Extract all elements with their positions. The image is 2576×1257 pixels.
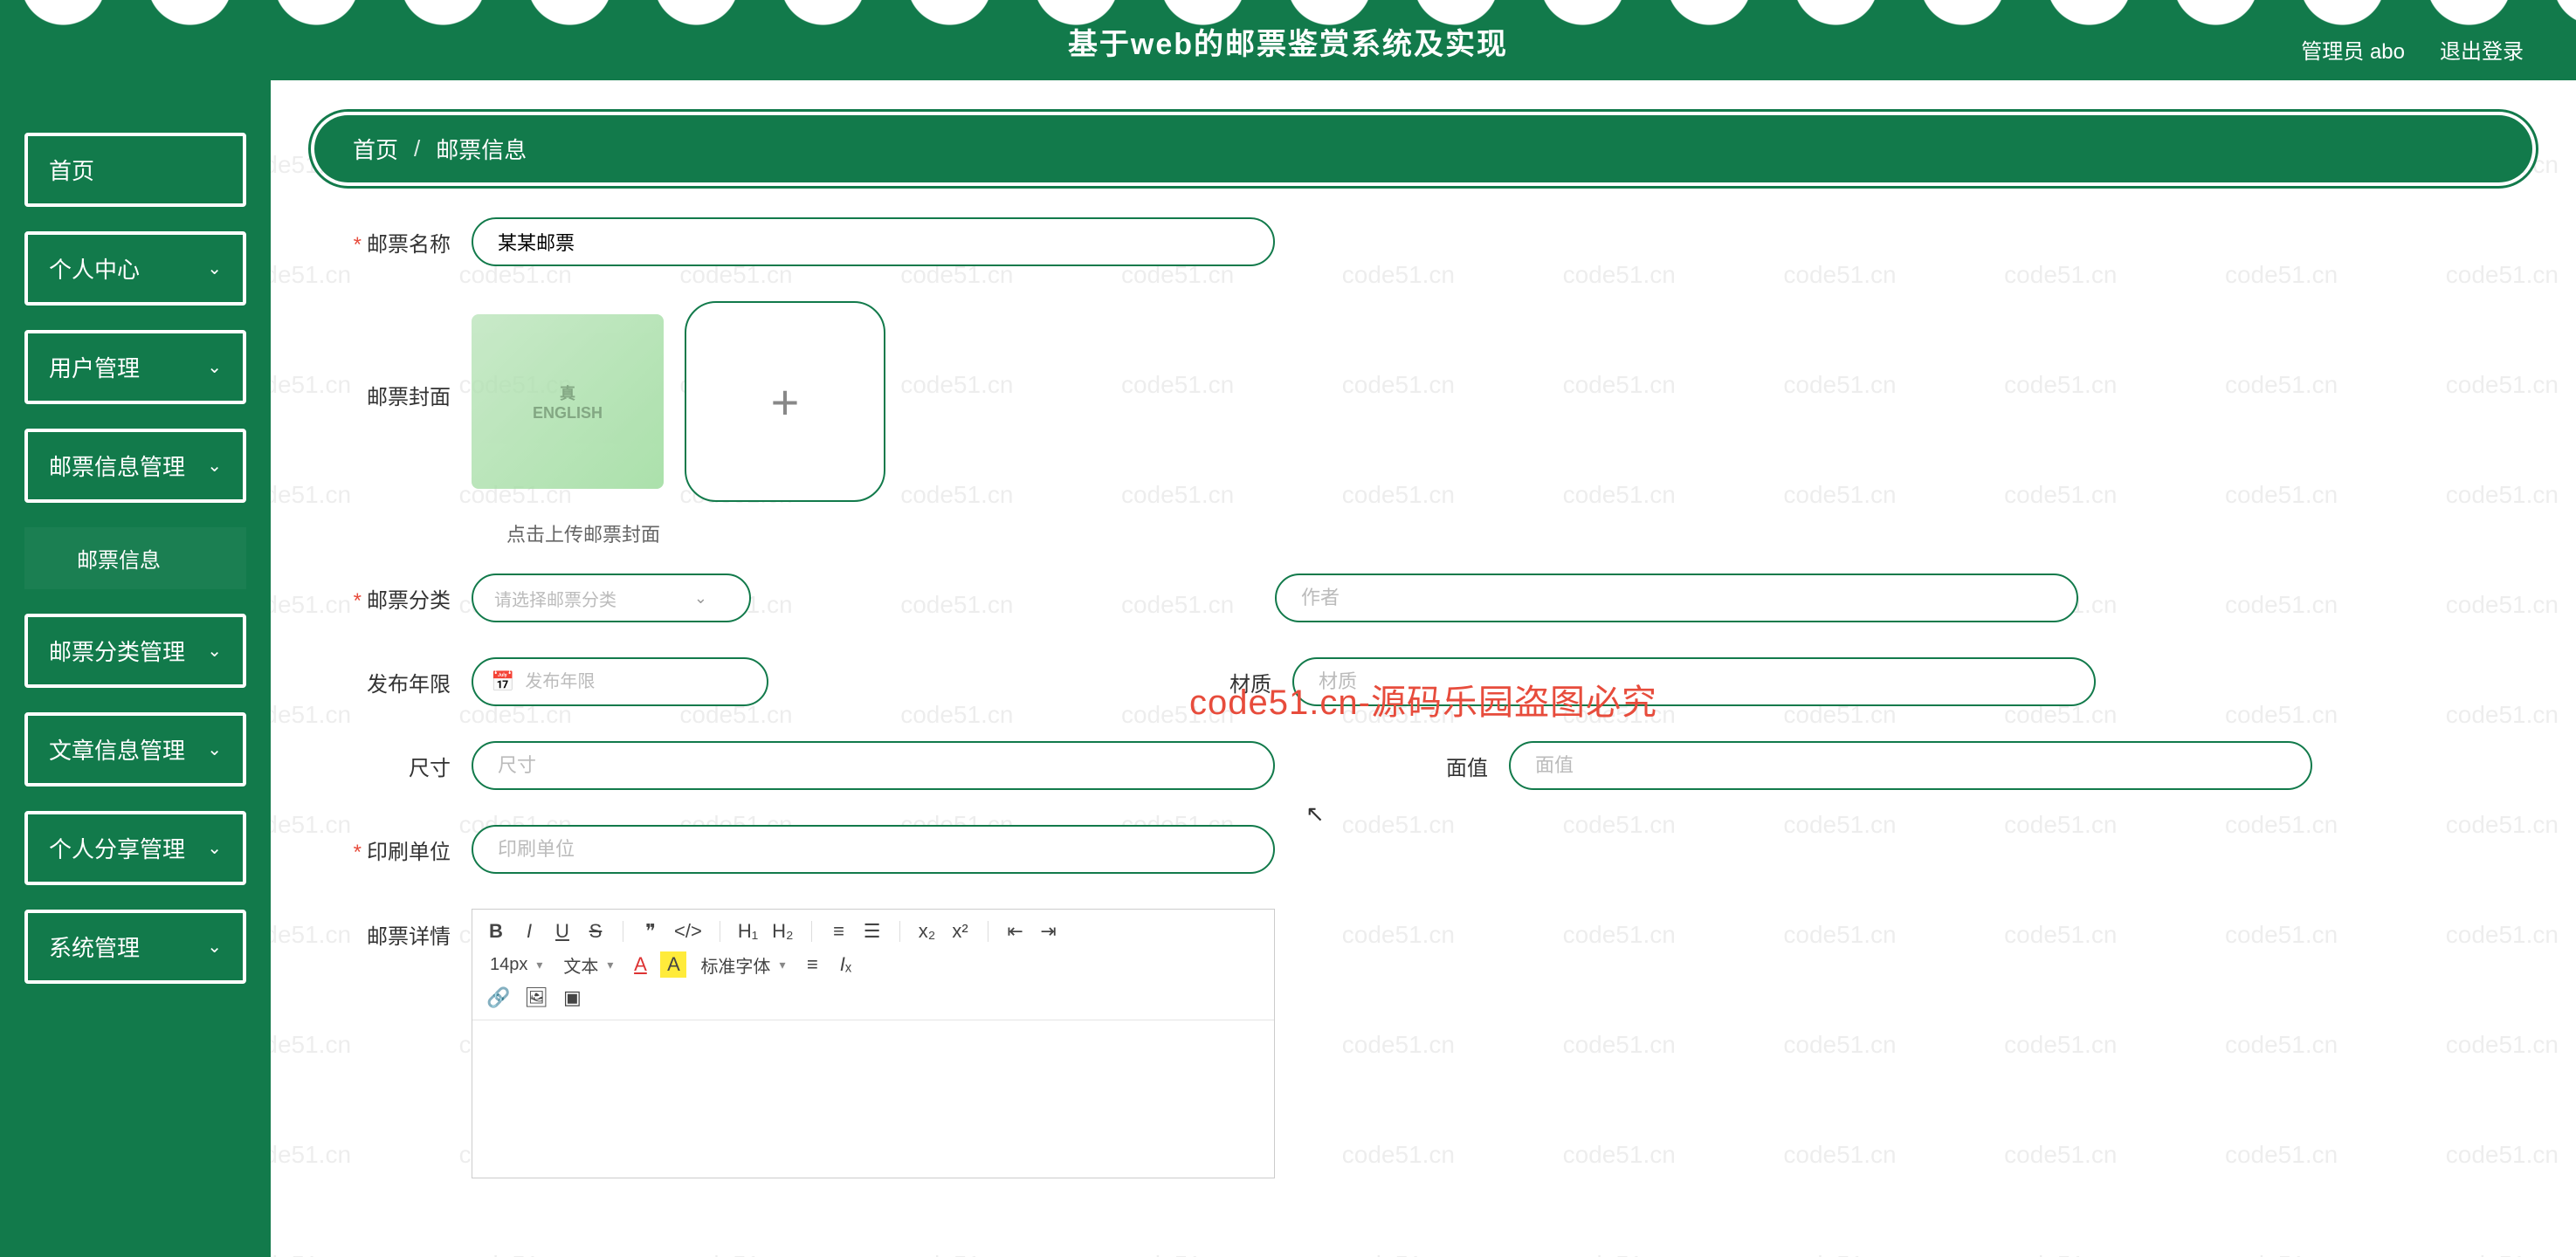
sidebar-item-home[interactable]: 首页 [24, 133, 246, 207]
align-icon[interactable]: ≡ [799, 951, 825, 978]
sidebar-item-label: 用户管理 [49, 351, 140, 383]
label-size: 尺寸 [314, 751, 472, 781]
sidebar-item-label: 邮票信息 [77, 549, 161, 573]
highlight-icon[interactable]: A [660, 951, 686, 978]
sidebar-item-user-mgmt[interactable]: 用户管理 ⌄ [24, 330, 246, 404]
input-stamp-name[interactable] [472, 217, 1275, 266]
underline-icon[interactable]: U [549, 918, 575, 944]
label-print-unit: *印刷单位 [314, 835, 472, 865]
sidebar-item-share-mgmt[interactable]: 个人分享管理 ⌄ [24, 811, 246, 885]
strikethrough-icon[interactable]: S [582, 918, 609, 944]
clear-format-icon[interactable]: Iₓ [832, 951, 858, 978]
font-family-select[interactable]: 标准字体▾ [693, 952, 792, 978]
editor-content[interactable] [472, 1020, 1274, 1178]
h2-icon[interactable]: H₂ [768, 918, 796, 944]
subscript-icon[interactable]: x₂ [914, 918, 940, 944]
sidebar-item-stamp-info-mgmt[interactable]: 邮票信息管理 ⌄ [24, 429, 246, 503]
sidebar-item-label: 系统管理 [49, 931, 140, 963]
label-stamp-name: *邮票名称 [314, 227, 472, 258]
label-stamp-category: *邮票分类 [314, 583, 472, 614]
sidebar: 首页 个人中心 ⌄ 用户管理 ⌄ 邮票信息管理 ⌄ 邮票信息 邮票分类管理 ⌄ … [0, 80, 271, 1257]
italic-icon[interactable]: I [516, 918, 542, 944]
h1-icon[interactable]: H₁ [734, 918, 761, 944]
code-icon[interactable]: </> [671, 918, 706, 944]
label-face-value: 面值 [1352, 751, 1509, 781]
logout-link[interactable]: 退出登录 [2440, 34, 2524, 65]
chevron-down-icon: ⌄ [207, 640, 222, 662]
chevron-down-icon: ⌄ [207, 738, 222, 760]
chevron-down-icon: ⌄ [207, 356, 222, 378]
chevron-down-icon: ⌄ [207, 258, 222, 279]
sidebar-item-label: 文章信息管理 [49, 733, 185, 766]
chevron-down-icon: ⌄ [207, 837, 222, 859]
app-title: 基于web的邮票鉴赏系统及实现 [1068, 20, 1508, 63]
editor-toolbar: B I U S ❞ </> H₁ H₂ ≡ ☰ x₂ [472, 910, 1274, 1020]
indent-right-icon[interactable]: ⇥ [1036, 918, 1062, 944]
label-stamp-cover: 邮票封面 [314, 301, 472, 410]
sidebar-item-system-mgmt[interactable]: 系统管理 ⌄ [24, 910, 246, 984]
uploaded-thumbnail[interactable]: 真 ENGLISH [472, 314, 664, 489]
breadcrumb-home[interactable]: 首页 [353, 133, 398, 165]
breadcrumb-separator: / [414, 135, 420, 162]
ordered-list-icon[interactable]: ≡ [826, 918, 852, 944]
sidebar-subitem-stamp-info[interactable]: 邮票信息 [24, 527, 246, 589]
paragraph-select[interactable]: 文本▾ [556, 952, 620, 978]
label-material: 材质 [1135, 667, 1292, 697]
select-stamp-category[interactable]: 请选择邮票分类 ⌄ [472, 574, 751, 622]
upload-add-button[interactable]: + [685, 301, 885, 502]
sidebar-item-label: 个人中心 [49, 252, 140, 285]
sidebar-item-label: 邮票分类管理 [49, 635, 185, 667]
breadcrumb-current: 邮票信息 [436, 133, 527, 165]
input-year-field[interactable] [525, 672, 756, 692]
input-print-unit[interactable] [472, 825, 1275, 874]
image-icon[interactable]: 🖼 [520, 985, 552, 1011]
app-header: 基于web的邮票鉴赏系统及实现 管理员 abo 退出登录 [0, 0, 2576, 80]
video-icon[interactable]: ▣ [559, 985, 585, 1011]
input-material[interactable] [1292, 657, 2096, 706]
unordered-list-icon[interactable]: ☰ [859, 918, 885, 944]
superscript-icon[interactable]: x² [947, 918, 974, 944]
sidebar-item-stamp-category-mgmt[interactable]: 邮票分类管理 ⌄ [24, 614, 246, 688]
input-year[interactable]: 📅 [472, 657, 768, 706]
sidebar-item-article-mgmt[interactable]: 文章信息管理 ⌄ [24, 712, 246, 786]
upload-tip: 点击上传邮票封面 [506, 519, 2532, 547]
indent-left-icon[interactable]: ⇤ [1002, 918, 1029, 944]
label-year: 发布年限 [314, 667, 472, 697]
mouse-cursor-icon: ↖ [1305, 800, 1325, 828]
rich-text-editor: B I U S ❞ </> H₁ H₂ ≡ ☰ x₂ [472, 909, 1275, 1178]
breadcrumb: 首页 / 邮票信息 [314, 115, 2532, 182]
quote-icon[interactable]: ❞ [637, 918, 664, 944]
input-author[interactable] [1275, 574, 2078, 622]
chevron-down-icon: ⌄ [694, 589, 707, 608]
sidebar-item-personal[interactable]: 个人中心 ⌄ [24, 231, 246, 306]
link-icon[interactable]: 🔗 [483, 985, 513, 1011]
font-size-select[interactable]: 14px▾ [483, 955, 549, 975]
bold-icon[interactable]: B [483, 918, 509, 944]
current-user-label[interactable]: 管理员 abo [2301, 34, 2405, 65]
select-placeholder: 请选择邮票分类 [494, 586, 616, 611]
input-face-value[interactable] [1509, 741, 2312, 790]
sidebar-item-label: 首页 [49, 154, 94, 186]
calendar-icon: 📅 [491, 670, 514, 693]
plus-icon: + [771, 374, 800, 430]
chevron-down-icon: ⌄ [207, 455, 222, 477]
chevron-down-icon: ⌄ [207, 936, 222, 958]
input-size[interactable] [472, 741, 1275, 790]
label-detail: 邮票详情 [314, 909, 472, 950]
main-content: 首页 / 邮票信息 *邮票名称 邮票封面 真 ENGLISH + [271, 80, 2576, 1257]
sidebar-item-label: 邮票信息管理 [49, 450, 185, 482]
sidebar-item-label: 个人分享管理 [49, 832, 185, 864]
font-color-icon[interactable]: A [627, 951, 653, 978]
